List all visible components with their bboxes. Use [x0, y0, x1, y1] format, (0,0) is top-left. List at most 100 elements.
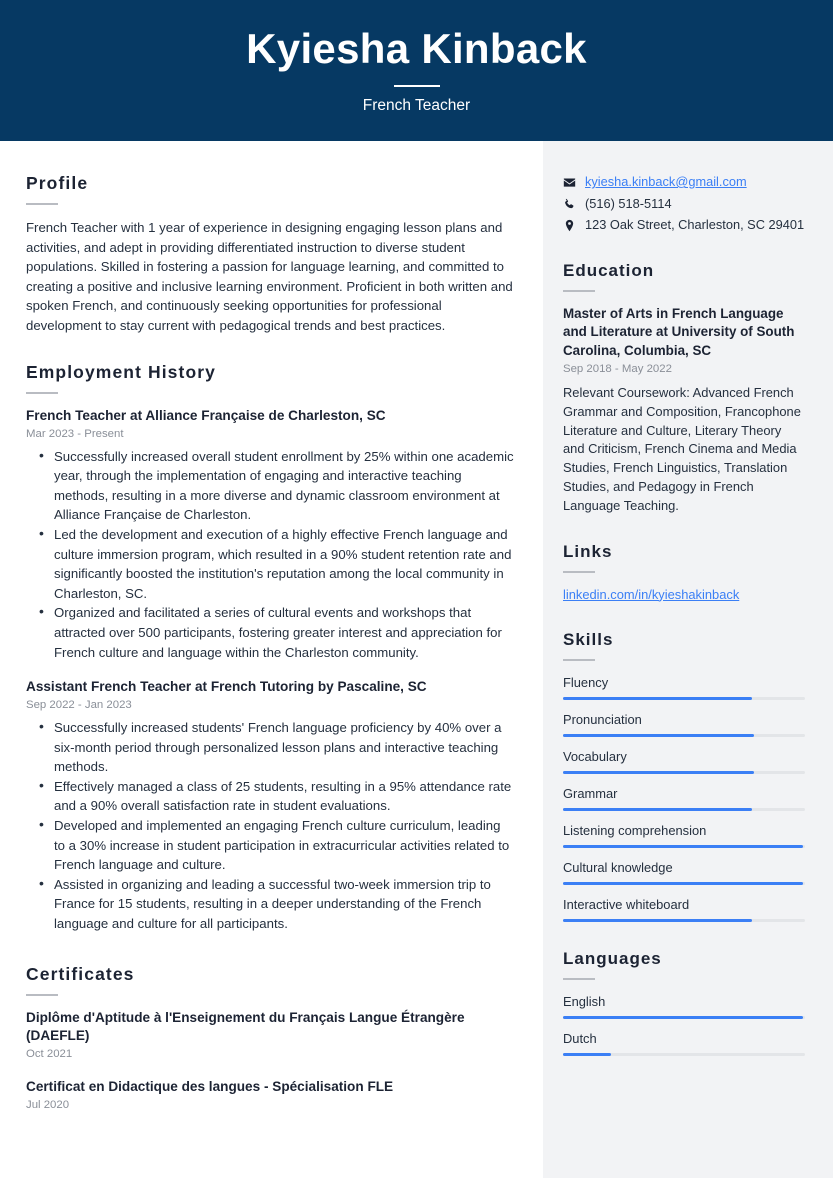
skill-bar-fill: [563, 807, 752, 811]
job-bullet: Assisted in organizing and leading a suc…: [26, 874, 515, 934]
job-bullet: Organized and facilitated a series of cu…: [26, 602, 515, 662]
language-bar-fill: [563, 1015, 803, 1019]
resume-page: Kyiesha Kinback French Teacher Profile F…: [0, 0, 833, 1178]
job-bullet: Effectively managed a class of 25 studen…: [26, 776, 515, 816]
candidate-job-title: French Teacher: [362, 96, 471, 114]
certificate-entry: Certificat en Didactique des langues - S…: [26, 1078, 515, 1113]
employment-heading: Employment History: [26, 361, 216, 382]
contact-row-address: 123 Oak Street, Charleston, SC 29401: [563, 216, 805, 235]
skill-bar-fill: [563, 696, 752, 700]
skill-bar-fill: [563, 881, 803, 885]
skill-bar-track: [563, 696, 805, 700]
profile-heading: Profile: [26, 173, 89, 193]
section-rule: [26, 391, 58, 394]
skill-bar-track: [563, 807, 805, 811]
section-rule: [563, 977, 595, 980]
section-rule: [26, 993, 58, 996]
skill-bar-track: [563, 770, 805, 774]
certificate-title: Diplôme d'Aptitude à l'Enseignement du F…: [26, 1009, 465, 1043]
email-link[interactable]: kyiesha.kinback@gmail.com: [585, 174, 747, 189]
phone-icon: [563, 195, 585, 211]
skill-row: Vocabulary: [563, 748, 805, 774]
linkedin-link[interactable]: linkedin.com/in/kyieshakinback: [563, 586, 805, 604]
skill-row: Interactive whiteboard: [563, 896, 805, 922]
language-row: Dutch: [563, 1030, 805, 1056]
education-section: Education Master of Arts in French Langu…: [563, 261, 805, 516]
skill-bar-fill: [563, 918, 752, 922]
education-date: Sep 2018 - May 2022: [563, 363, 672, 375]
job-title: Assistant French Teacher at French Tutor…: [26, 679, 427, 695]
skill-label: Grammar: [563, 785, 618, 801]
skill-row: Cultural knowledge: [563, 859, 805, 885]
education-heading: Education: [563, 260, 655, 280]
contact-row-email: kyiesha.kinback@gmail.com: [563, 173, 805, 192]
employment-entry: Assistant French Teacher at French Tutor…: [26, 678, 515, 934]
envelope-icon: [563, 173, 585, 189]
skill-bar-fill: [563, 844, 803, 848]
address-value: 123 Oak Street, Charleston, SC 29401: [585, 217, 805, 232]
links-heading: Links: [563, 541, 613, 561]
job-date: Sep 2022 - Jan 2023: [26, 699, 132, 712]
education-description: Relevant Coursework: Advanced French Gra…: [563, 385, 801, 513]
sidebar-column: kyiesha.kinback@gmail.com (516) 518-5114: [543, 141, 833, 1178]
skill-label: Pronunciation: [563, 711, 642, 727]
job-bullet-list: Successfully increased overall student e…: [26, 446, 515, 663]
certificate-date: Oct 2021: [26, 1047, 73, 1060]
job-bullet: Led the development and execution of a h…: [26, 524, 515, 603]
resume-header: Kyiesha Kinback French Teacher: [0, 0, 833, 141]
job-title: French Teacher at Alliance Française de …: [26, 407, 386, 423]
skill-label: Fluency: [563, 674, 609, 690]
skill-bar-fill: [563, 733, 755, 737]
email-value[interactable]: kyiesha.kinback@gmail.com: [585, 173, 805, 192]
main-column: Profile French Teacher with 1 year of ex…: [0, 141, 543, 1178]
skill-bar-track: [563, 844, 805, 848]
employment-entry: French Teacher at Alliance Française de …: [26, 407, 515, 663]
skill-bar-track: [563, 881, 805, 885]
skill-bar-fill: [563, 770, 755, 774]
language-bar-track: [563, 1015, 805, 1019]
employment-section: Employment History French Teacher at All…: [26, 362, 515, 934]
resume-body: Profile French Teacher with 1 year of ex…: [0, 141, 833, 1178]
skill-label: Vocabulary: [563, 748, 627, 764]
languages-section: Languages English Dutch: [563, 949, 805, 1056]
languages-heading: Languages: [563, 948, 662, 968]
language-bar-fill: [563, 1052, 612, 1056]
phone-value: (516) 518-5114: [585, 195, 672, 211]
job-date: Mar 2023 - Present: [26, 427, 124, 440]
skills-heading: Skills: [563, 629, 614, 649]
skill-bar-track: [563, 733, 805, 737]
language-bar-track: [563, 1052, 805, 1056]
language-label: Dutch: [563, 1030, 597, 1046]
certificates-section: Certificates Diplôme d'Aptitude à l'Ense…: [26, 964, 515, 1113]
section-rule: [563, 289, 595, 292]
section-rule: [26, 203, 58, 205]
contact-section: kyiesha.kinback@gmail.com (516) 518-5114: [563, 173, 805, 235]
skill-row: Grammar: [563, 785, 805, 811]
skill-label: Interactive whiteboard: [563, 896, 690, 912]
skill-label: Listening comprehension: [563, 822, 707, 838]
section-rule: [563, 570, 595, 573]
certificates-heading: Certificates: [26, 963, 135, 984]
certificate-entry: Diplôme d'Aptitude à l'Enseignement du F…: [26, 1009, 515, 1062]
location-pin-icon: [563, 216, 585, 232]
skill-row: Pronunciation: [563, 711, 805, 737]
contact-row-phone: (516) 518-5114: [563, 195, 805, 214]
skill-label: Cultural knowledge: [563, 859, 673, 875]
candidate-name: Kyiesha Kinback: [246, 25, 587, 73]
profile-section: Profile French Teacher with 1 year of ex…: [26, 173, 515, 336]
language-row: English: [563, 993, 805, 1019]
job-bullet: Successfully increased overall student e…: [26, 446, 515, 525]
skill-bar-track: [563, 918, 805, 922]
job-bullet: Successfully increased students' French …: [26, 717, 515, 777]
language-label: English: [563, 993, 606, 1009]
profile-text: French Teacher with 1 year of experience…: [26, 220, 513, 333]
header-divider: [393, 84, 440, 87]
skill-row: Listening comprehension: [563, 822, 805, 848]
job-bullet-list: Successfully increased students' French …: [26, 717, 515, 934]
